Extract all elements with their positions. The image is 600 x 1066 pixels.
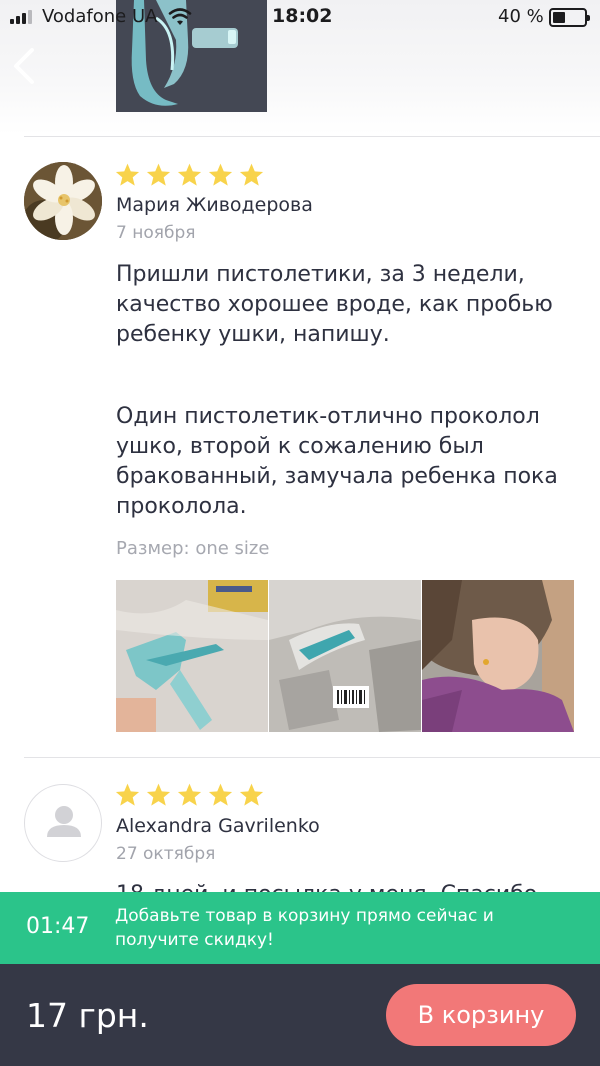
review-photo-3[interactable] bbox=[422, 580, 574, 732]
star-icon bbox=[239, 163, 264, 186]
star-icon bbox=[177, 163, 202, 186]
battery-percent: 40 % bbox=[498, 6, 544, 27]
add-to-cart-button[interactable]: В корзину bbox=[386, 984, 576, 1046]
review-size: Размер: one size bbox=[116, 538, 270, 559]
star-icon bbox=[177, 783, 202, 806]
reviewer-name: Alexandra Gavrilenko bbox=[116, 815, 320, 837]
promo-banner[interactable]: 01:47 Добавьте товар в корзину прямо сей… bbox=[0, 892, 600, 964]
wifi-icon bbox=[168, 8, 192, 25]
clock: 18:02 bbox=[272, 5, 333, 27]
user-placeholder-icon bbox=[24, 784, 102, 862]
chevron-left-icon[interactable] bbox=[8, 46, 42, 86]
star-icon bbox=[239, 783, 264, 806]
carrier-name: Vodafone UA bbox=[42, 6, 158, 27]
product-price: 17 грн. bbox=[26, 996, 149, 1035]
promo-text: Добавьте товар в корзину прямо сейчас и … bbox=[115, 906, 494, 950]
star-icon bbox=[146, 783, 171, 806]
review-divider bbox=[24, 757, 600, 758]
star-icon bbox=[208, 783, 233, 806]
star-icon bbox=[146, 163, 171, 186]
star-icon bbox=[115, 783, 140, 806]
status-bar: Vodafone UA 18:02 40 % bbox=[0, 0, 600, 34]
review-photo-2[interactable] bbox=[269, 580, 421, 732]
promo-timer: 01:47 bbox=[26, 914, 90, 939]
reviewer-name: Мария Живодерова bbox=[116, 194, 313, 216]
review-text-continued: Один пистолетик-отлично проколол ушко, в… bbox=[116, 404, 558, 519]
review-date: 27 октября bbox=[116, 844, 216, 864]
signal-icon bbox=[10, 10, 38, 24]
review-photo-1[interactable] bbox=[116, 580, 268, 732]
review-text: Пришли пистолетики, за 3 недели, качеств… bbox=[116, 262, 553, 347]
star-icon bbox=[115, 163, 140, 186]
rating-stars bbox=[114, 162, 265, 188]
bottom-bar: 17 грн. В корзину bbox=[0, 964, 600, 1066]
review-date: 7 ноября bbox=[116, 223, 196, 243]
battery-icon bbox=[549, 8, 590, 27]
battery-level bbox=[553, 12, 565, 23]
reviewer-avatar bbox=[24, 162, 102, 240]
review-divider bbox=[24, 136, 600, 137]
star-icon bbox=[208, 163, 233, 186]
rating-stars bbox=[114, 782, 265, 808]
